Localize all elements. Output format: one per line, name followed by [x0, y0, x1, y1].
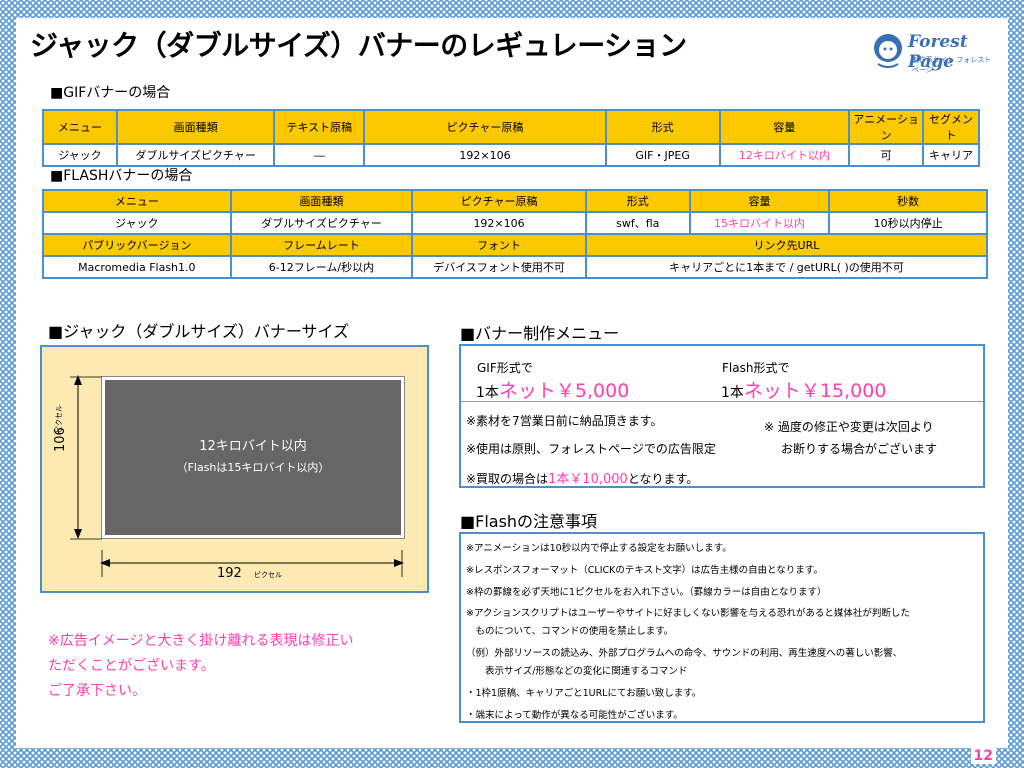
width-label: 192 [213, 566, 246, 581]
flash-price-label: Flash形式で [722, 361, 790, 375]
flash-price-value: ネット￥15,000 [743, 380, 887, 402]
forest-page-logo: Forest Page 制作系サイト フォレストページ [868, 24, 998, 74]
gif-heading: ■GIFバナーの場合 [50, 85, 171, 101]
fairy-mascot-icon [874, 34, 902, 68]
table-cell: 192×106 [363, 143, 607, 167]
page-number: 12 [970, 748, 996, 764]
slide: { "title": "ジャック（ダブルサイズ）バナーのレギュレーション", "… [0, 0, 1024, 768]
menu-note-2: ※使用は原則、フォレストページでの広告限定 [466, 442, 716, 456]
menu-note-3-post: となります。 [627, 472, 699, 486]
table-header-cell: 画面種類 [115, 109, 276, 145]
width-unit: ピクセル [254, 570, 282, 580]
flash-price-prefix: 1本 [721, 385, 744, 401]
menu-note-5: お断りする場合がございます [781, 442, 938, 456]
table-row: ジャック ダブルサイズピクチャー 192×106 swf、fla 15キロバイト… [42, 211, 988, 235]
table-cell: 6-12フレーム/秒以内 [229, 255, 414, 279]
table-cell: 12キロバイト以内 [718, 143, 851, 167]
gif-table-header: メニュー 画面種類 テキスト原稿 ピクチャー原稿 形式 容量 アニメーション セ… [42, 109, 980, 145]
table-header-cell: 画面種類 [229, 189, 414, 213]
list-item: ※アクションスクリプトはユーザーやサイトに好ましくない影響を与える恐れがあると媒… [466, 608, 910, 619]
table-header-cell: 形式 [584, 189, 691, 213]
table-header-cell: パブリックバージョン [42, 233, 232, 257]
table-header-cell: 容量 [688, 189, 831, 213]
table-header-cell: メニュー [42, 189, 232, 213]
list-item: ※アニメーションは10秒以内で停止する設定をお願いします。 [466, 543, 732, 554]
table-header-cell: アニメーション [848, 109, 925, 145]
flash-price: 1本ネット￥15,000 [721, 376, 886, 403]
menu-note-3-pre: ※買取の場合は [466, 472, 549, 486]
menu-heading: ■バナー制作メニュー [460, 324, 620, 343]
menu-note-3-price: 1本￥10,000 [548, 472, 628, 487]
gif-price-prefix: 1本 [476, 385, 499, 401]
table-cell: Macromedia Flash1.0 [42, 255, 232, 279]
table-header-cell: ピクチャー原稿 [411, 189, 587, 213]
height-unit: ピクセル [55, 405, 63, 433]
menu-note-4: ※ 過度の修正や変更は次回より [764, 420, 934, 434]
list-item: ※レスポンスフォーマット（CLICKのテキスト文字）は広告主様の自由となります。 [466, 565, 823, 576]
list-item: ※枠の罫線を必ず天地に1ピクセルをお入れ下さい。（罫線カラーは自由となります） [466, 587, 827, 598]
flash-table-header: パブリックバージョン フレームレート フォント リンク先URL [42, 233, 989, 257]
table-cell: ダブルサイズピクチャー [229, 211, 414, 235]
gif-price-label: GIF形式で [477, 361, 533, 375]
gif-price-value: ネット￥5,000 [498, 380, 630, 402]
table-row: Macromedia Flash1.0 6-12フレーム/秒以内 デバイスフォン… [42, 255, 989, 279]
table-cell: キャリアごとに1本まで / getURL( )の使用不可 [584, 255, 989, 279]
flash-table-header: メニュー 画面種類 ピクチャー原稿 形式 容量 秒数 [42, 189, 988, 213]
menu-note-1: ※素材を7営業日前に納品頂きます。 [466, 414, 663, 428]
table-header-cell: ピクチャー原稿 [363, 109, 607, 145]
table-cell: ジャック [42, 211, 232, 235]
table-header-cell: フォント [411, 233, 587, 257]
table-header-cell: フレームレート [229, 233, 414, 257]
warning-line-3: ご了承下さい。 [48, 683, 146, 699]
flash-heading: ■FLASHバナーの場合 [50, 168, 193, 184]
table-cell: GIF・JPEG [604, 143, 721, 167]
page-title: ジャック（ダブルサイズ）バナーのレギュレーション [30, 29, 687, 62]
table-cell: キャリア [922, 143, 980, 167]
table-cell: 可 [848, 143, 925, 167]
table-header-cell: リンク先URL [584, 233, 989, 257]
gif-table: メニュー 画面種類 テキスト原稿 ピクチャー原稿 形式 容量 アニメーション セ… [42, 109, 980, 167]
table-header-cell: 形式 [604, 109, 721, 145]
size-heading: ■ジャック（ダブルサイズ）バナーサイズ [48, 322, 350, 341]
list-item: ・端末によって動作が異なる可能性がございます。 [466, 710, 683, 721]
table-header-cell: メニュー [42, 109, 118, 145]
list-item: 表示サイズ/形態などの変化に関連するコマンド [466, 666, 688, 677]
list-item: （例）外部リソースの読込み、外部プログラムへの命令、サウンドの利用、再生速度への… [466, 648, 903, 659]
table-cell: swf、fla [584, 211, 691, 235]
warning-line-1: ※広告イメージと大きく掛け離れる表現は修正い [48, 633, 354, 649]
table-cell: 15キロバイト以内 [688, 211, 831, 235]
table-cell: ― [273, 143, 366, 167]
list-item: ・1枠1原稿、キャリアごと1URLにてお願い致します。 [466, 688, 702, 699]
dimension-arrows [70, 375, 404, 577]
table-row: ジャック ダブルサイズピクチャー ― 192×106 GIF・JPEG 12キロ… [42, 143, 980, 167]
table-header-cell: 容量 [718, 109, 851, 145]
table-header-cell: セグメント [922, 109, 980, 145]
table-header-cell: 秒数 [828, 189, 988, 213]
table-cell: 10秒以内停止 [828, 211, 988, 235]
table-cell: デバイスフォント使用不可 [411, 255, 587, 279]
logo-subtext: 制作系サイト フォレストページ [912, 56, 992, 74]
table-cell: ジャック [42, 143, 118, 167]
table-header-cell: テキスト原稿 [273, 109, 366, 145]
flash-table: メニュー 画面種類 ピクチャー原稿 形式 容量 秒数 ジャック ダブルサイズピク… [42, 189, 989, 279]
list-item: ものについて、コマンドの使用を禁止します。 [466, 626, 674, 637]
warning-line-2: ただくことがございます。 [48, 658, 215, 674]
flash-notes-heading: ■Flashの注意事項 [460, 512, 598, 531]
table-cell: 192×106 [411, 211, 587, 235]
table-cell: ダブルサイズピクチャー [115, 143, 276, 167]
menu-divider [461, 401, 983, 402]
menu-note-3: ※買取の場合は1本￥10,000となります。 [466, 468, 698, 487]
gif-price: 1本ネット￥5,000 [476, 376, 629, 403]
